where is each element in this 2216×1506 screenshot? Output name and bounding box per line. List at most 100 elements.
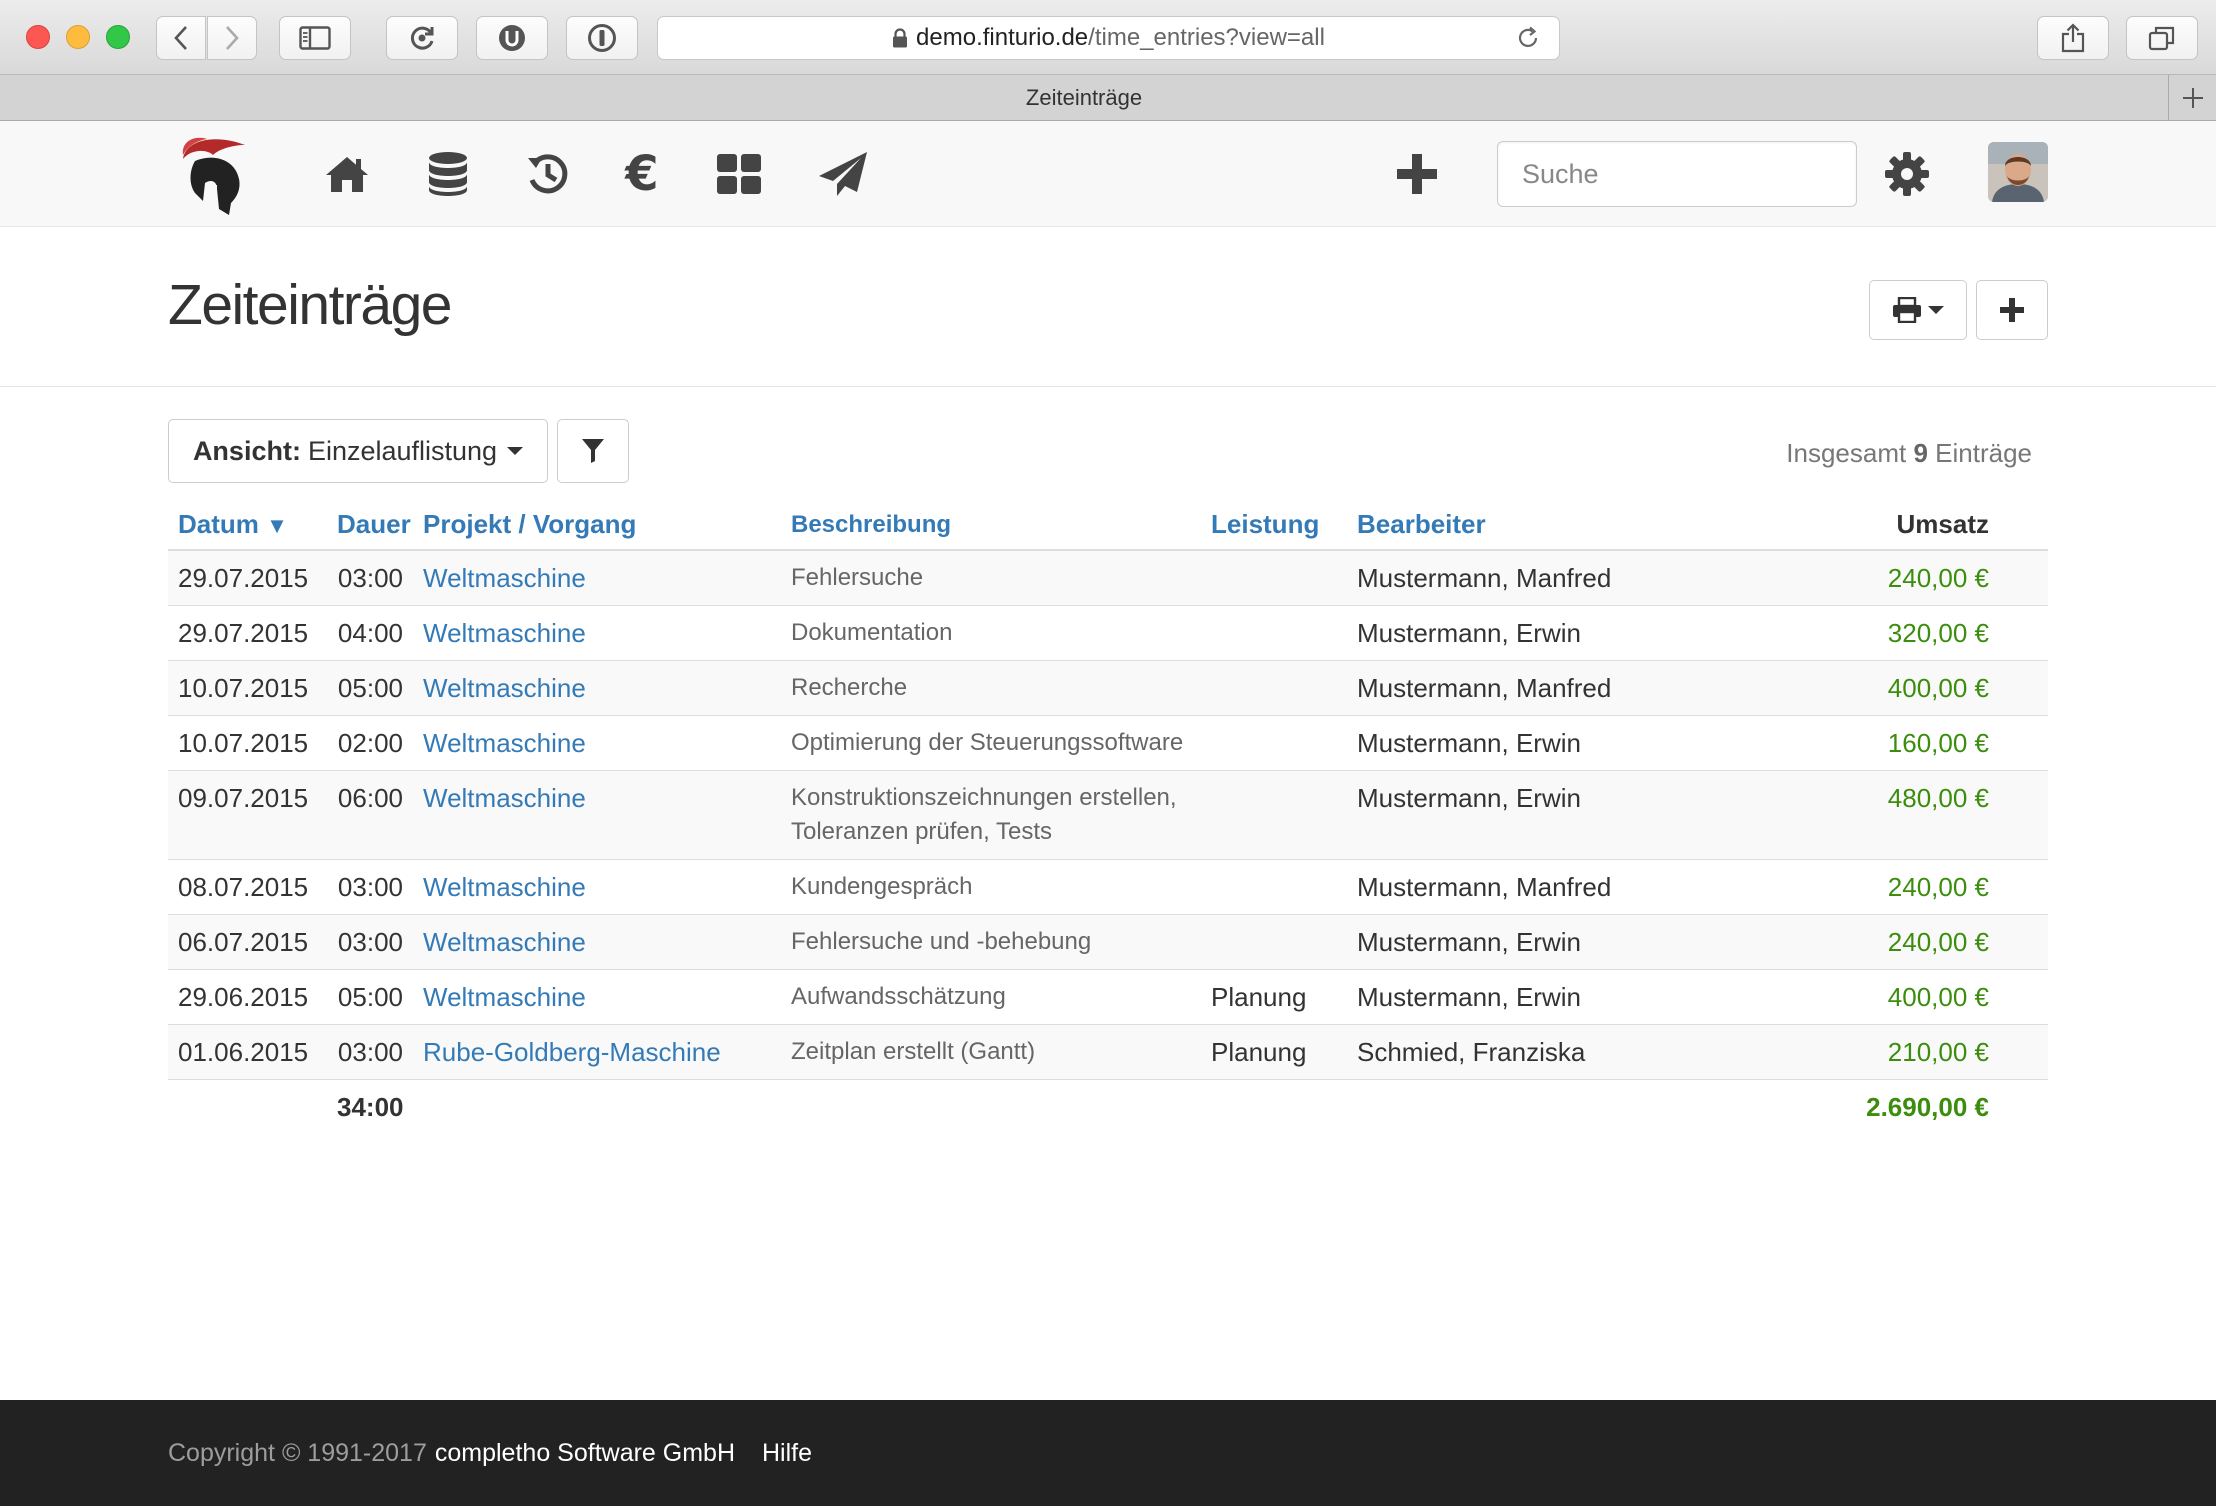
cell-service	[1201, 550, 1347, 606]
column-header-date[interactable]: Datum ▼	[168, 500, 327, 551]
nav-dashboard[interactable]	[715, 149, 763, 199]
cell-service	[1201, 859, 1347, 915]
column-header-duration[interactable]: Dauer	[327, 500, 413, 551]
cell-duration: 02:00	[327, 715, 413, 771]
add-entry-button[interactable]	[1976, 280, 2048, 340]
user-avatar[interactable]	[1988, 142, 2048, 202]
cell-description: Kundengespräch	[781, 859, 1201, 915]
cell-date: 08.07.2015	[168, 859, 327, 915]
filter-button[interactable]	[557, 419, 629, 483]
table-row: 10.07.2015 05:00 Weltmaschine Recherche …	[168, 660, 2048, 716]
project-link[interactable]: Weltmaschine	[413, 859, 781, 915]
cell-description: Fehlersuche	[781, 550, 1201, 606]
password-manager-button[interactable]	[566, 16, 638, 60]
nav-add-button[interactable]	[1395, 149, 1439, 199]
help-link[interactable]: Hilfe	[762, 1439, 812, 1468]
project-link[interactable]: Rube-Goldberg-Maschine	[413, 1024, 781, 1080]
project-link[interactable]: Weltmaschine	[413, 660, 781, 716]
cell-duration: 03:00	[327, 550, 413, 606]
caret-down-icon	[507, 447, 524, 455]
column-header-description[interactable]: Beschreibung	[781, 500, 1201, 551]
table-row: 10.07.2015 02:00 Weltmaschine Optimierun…	[168, 715, 2048, 771]
ublock-extension-button[interactable]	[476, 16, 548, 60]
total-entries-count: Insgesamt 9 Einträge	[1786, 438, 2032, 469]
cell-service: Planung	[1201, 969, 1347, 1025]
company-link[interactable]: completho Software GmbH	[435, 1439, 735, 1468]
cell-description: Zeitplan erstellt (Gantt)	[781, 1024, 1201, 1080]
tab-bar: Zeiteinträge	[0, 75, 2216, 121]
cell-description: Fehlersuche und -behebung	[781, 914, 1201, 970]
print-icon	[1893, 297, 1921, 323]
cell-duration: 05:00	[327, 660, 413, 716]
cell-service: Planung	[1201, 1024, 1347, 1080]
cell-duration: 06:00	[327, 770, 413, 860]
cell-description: Aufwandsschätzung	[781, 969, 1201, 1025]
share-button[interactable]	[2037, 16, 2109, 60]
cell-revenue: 320,00 €	[1743, 605, 2048, 661]
active-tab[interactable]: Zeiteinträge	[0, 75, 2168, 121]
sync-extension-button[interactable]	[386, 16, 458, 60]
project-link[interactable]: Weltmaschine	[413, 715, 781, 771]
time-entries-table: Datum ▼ Dauer Projekt / Vorgang Beschrei…	[168, 500, 2048, 1134]
euro-icon: €	[625, 146, 659, 202]
total-prefix: Insgesamt	[1786, 438, 1907, 468]
avatar-image	[1988, 142, 2048, 202]
totals-spacer	[413, 1079, 781, 1134]
table-row: 01.06.2015 03:00 Rube-Goldberg-Maschine …	[168, 1024, 2048, 1080]
column-header-project[interactable]: Projekt / Vorgang	[413, 500, 781, 551]
spartan-helmet-icon	[182, 137, 245, 215]
cell-revenue: 240,00 €	[1743, 550, 2048, 606]
nav-history[interactable]	[523, 149, 573, 199]
settings-button[interactable]	[1883, 149, 1931, 199]
column-header-employee[interactable]: Bearbeiter	[1347, 500, 1743, 551]
back-button[interactable]	[156, 16, 206, 60]
total-revenue: 2.690,00 €	[1743, 1079, 2048, 1134]
url-host: demo.finturio.de	[916, 24, 1089, 51]
cell-employee: Mustermann, Manfred	[1347, 859, 1743, 915]
project-link[interactable]: Weltmaschine	[413, 914, 781, 970]
nav-home[interactable]	[322, 149, 372, 199]
nav-database[interactable]	[423, 149, 473, 199]
project-link[interactable]: Weltmaschine	[413, 550, 781, 606]
cell-date: 10.07.2015	[168, 715, 327, 771]
cell-revenue: 160,00 €	[1743, 715, 2048, 771]
column-header-service[interactable]: Leistung	[1201, 500, 1347, 551]
project-link[interactable]: Weltmaschine	[413, 605, 781, 661]
brand-logo[interactable]	[172, 131, 254, 217]
view-value: Einzelauflistung	[307, 435, 498, 466]
plus-icon	[2182, 88, 2203, 108]
cell-employee: Mustermann, Erwin	[1347, 770, 1743, 860]
address-bar[interactable]: demo.finturio.de/time_entries?view=all	[657, 16, 1560, 60]
cell-date: 06.07.2015	[168, 914, 327, 970]
window-close-button[interactable]	[26, 25, 50, 49]
nav-send[interactable]	[815, 149, 871, 199]
search-input[interactable]	[1497, 141, 1857, 207]
window-minimize-button[interactable]	[66, 25, 90, 49]
cell-duration: 03:00	[327, 1024, 413, 1080]
keyhole-icon	[588, 24, 616, 52]
cell-description: Konstruktionszeichnungen erstellen, Tole…	[781, 770, 1201, 860]
project-link[interactable]: Weltmaschine	[413, 770, 781, 860]
window-zoom-button[interactable]	[106, 25, 130, 49]
cell-date: 09.07.2015	[168, 770, 327, 860]
reload-icon[interactable]	[1515, 25, 1541, 51]
view-dropdown-button[interactable]: Ansicht: Einzelauflistung	[168, 419, 548, 483]
print-dropdown-button[interactable]	[1869, 280, 1967, 340]
tab-overview-button[interactable]	[2126, 16, 2198, 60]
plus-icon	[1397, 154, 1437, 194]
cell-employee: Mustermann, Erwin	[1347, 715, 1743, 771]
cell-duration: 03:00	[327, 914, 413, 970]
new-tab-button[interactable]	[2168, 75, 2216, 121]
forward-button[interactable]	[207, 16, 257, 60]
cell-employee: Mustermann, Erwin	[1347, 969, 1743, 1025]
home-icon	[326, 157, 368, 192]
totals-spacer	[781, 1079, 1201, 1134]
sort-desc-icon: ▼	[266, 513, 288, 538]
cell-revenue: 210,00 €	[1743, 1024, 2048, 1080]
totals-spacer	[1347, 1079, 1743, 1134]
nav-finance[interactable]: €	[622, 146, 662, 202]
project-link[interactable]: Weltmaschine	[413, 969, 781, 1025]
cell-service	[1201, 914, 1347, 970]
cell-duration: 05:00	[327, 969, 413, 1025]
sidebar-toggle-button[interactable]	[279, 16, 351, 60]
